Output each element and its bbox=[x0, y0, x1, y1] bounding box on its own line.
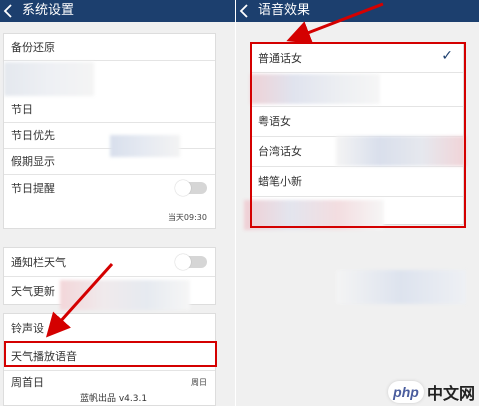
watermark-text: 中文网 bbox=[426, 384, 475, 403]
annotation-arrow-right bbox=[286, 2, 384, 44]
site-watermark: php 中文网 bbox=[387, 380, 475, 404]
annotation-arrow-left bbox=[45, 262, 114, 338]
annotation-arrows bbox=[45, 2, 384, 338]
php-logo: php bbox=[387, 381, 424, 403]
